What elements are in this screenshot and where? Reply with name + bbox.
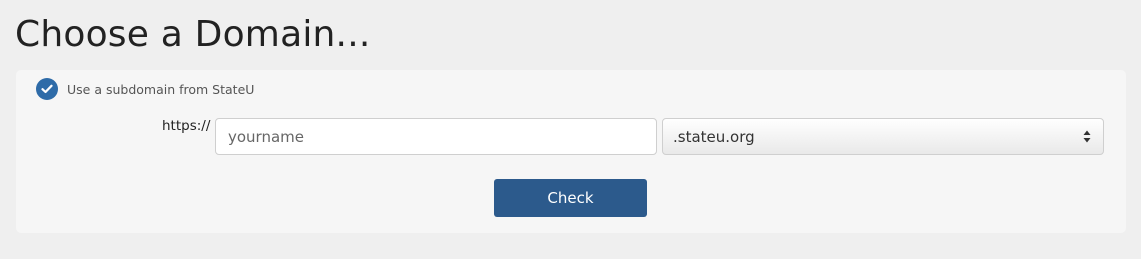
page-title: Choose a Domain... [15,14,371,55]
select-arrows-icon [1081,129,1093,145]
check-circle-icon[interactable] [36,78,58,100]
check-button[interactable]: Check [494,179,647,217]
protocol-label: https:// [162,118,211,134]
domain-select-value: .stateu.org [673,127,755,146]
subdomain-option-label: Use a subdomain from StateU [67,81,255,97]
domain-panel: Use a subdomain from StateU https:// .st… [16,70,1126,233]
subdomain-input[interactable] [215,118,657,155]
subdomain-option[interactable]: Use a subdomain from StateU [36,78,254,100]
domain-select[interactable]: .stateu.org [662,118,1104,155]
